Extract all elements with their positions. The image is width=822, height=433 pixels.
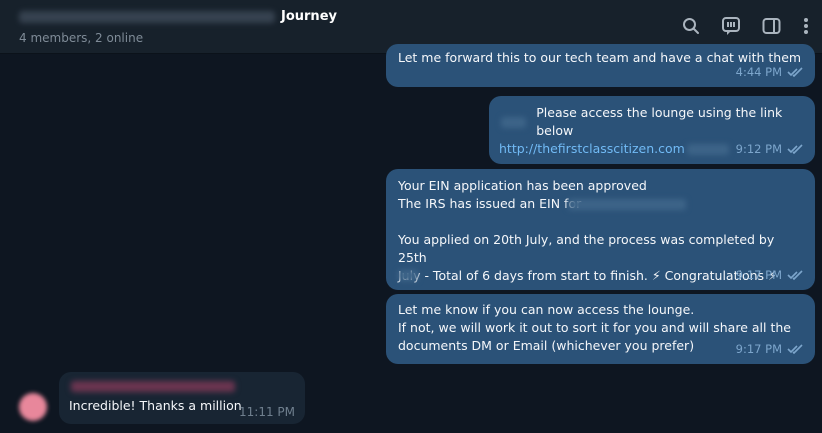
redacted-link-suffix (686, 143, 729, 155)
message-time: 9:12 PM (735, 142, 782, 156)
message-text-row: Please access the lounge using the link … (501, 104, 815, 140)
redacted-mention (501, 116, 527, 128)
header-actions (680, 15, 812, 37)
sidebar-icon[interactable] (760, 15, 782, 37)
double-check-icon (787, 67, 803, 77)
message-bubble[interactable]: Let me forward this to our tech team and… (386, 44, 815, 87)
redacted-title-prefix (19, 10, 275, 23)
chat-title-text: Journey (281, 9, 337, 24)
search-icon[interactable] (680, 15, 702, 37)
incoming-message-time: 11:11 PM (239, 405, 295, 419)
double-check-icon (787, 344, 803, 354)
avatar[interactable] (19, 393, 47, 421)
comments-icon[interactable] (720, 15, 742, 37)
message-text: Please access the lounge using the link … (536, 105, 783, 138)
message-time: 9:17 PM (735, 268, 782, 282)
message-bubble[interactable]: Let me know if you can now access the lo… (386, 294, 815, 364)
redacted-ein (568, 199, 686, 210)
chat-title[interactable]: Journey (19, 9, 337, 24)
double-check-icon (787, 144, 803, 154)
message-meta: 9:17 PM (736, 340, 803, 358)
message-bubble[interactable]: Please access the lounge using the link … (489, 96, 815, 164)
message-time: 4:44 PM (735, 65, 782, 79)
incoming-message-bubble[interactable]: Incredible! Thanks a million 11:11 PM (59, 372, 305, 424)
message-link[interactable]: http://thefirstclasscitizen.com (499, 140, 685, 158)
more-icon[interactable] (800, 15, 812, 37)
members-status: 4 members, 2 online (19, 31, 144, 45)
message-bubble[interactable]: Your EIN application has been approved T… (386, 169, 815, 290)
double-check-icon (787, 270, 803, 280)
redacted-sender-name (71, 381, 235, 392)
message-meta: 4:44 PM (736, 63, 803, 81)
incoming-message-text: Incredible! Thanks a million (69, 398, 242, 413)
message-meta: 9:12 PM (736, 140, 803, 158)
message-link-row[interactable]: http://thefirstclasscitizen.com (499, 140, 729, 158)
message-meta: 9:17 PM (736, 266, 803, 284)
message-time: 9:17 PM (735, 342, 782, 356)
redacted-footer (398, 270, 418, 281)
